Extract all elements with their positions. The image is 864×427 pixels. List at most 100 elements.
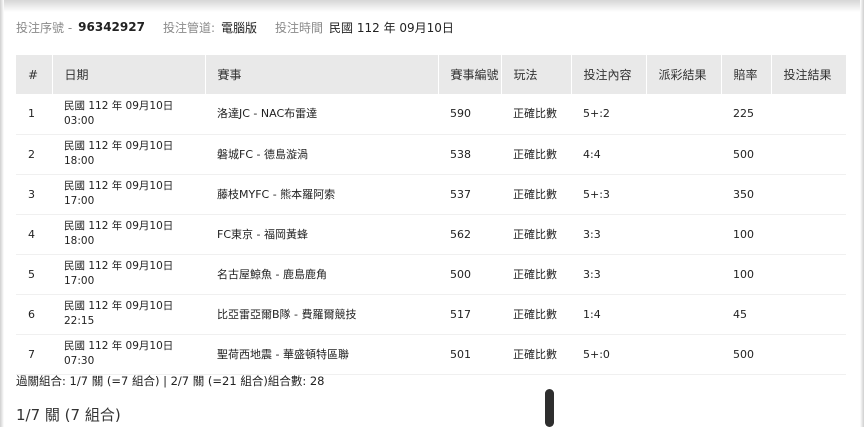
row-time: 17:00 — [64, 275, 95, 287]
row-result — [771, 294, 846, 335]
row-odds: 500 — [721, 334, 771, 375]
time-value: 民國 112 年 09月10日 — [329, 20, 454, 35]
row-datetime: 民國 112 年 09月10日 18:00 — [52, 214, 205, 255]
row-index: 3 — [16, 174, 52, 215]
scrollbar-thumb[interactable] — [545, 389, 554, 427]
row-time: 18:00 — [64, 155, 95, 167]
bet-table: # 日期 賽事 賽事編號 玩法 投注內容 派彩結果 賠率 投注結果 1 民國 1… — [16, 55, 846, 375]
row-match: 磐城FC - 德島漩渦 — [205, 134, 438, 175]
row-match-id: 501 — [438, 334, 501, 375]
row-date: 民國 112 年 09月10日 — [64, 180, 174, 192]
table-header-row: # 日期 賽事 賽事編號 玩法 投注內容 派彩結果 賠率 投注結果 — [16, 55, 846, 94]
col-header-payout: 派彩結果 — [646, 55, 722, 94]
row-time: 03:00 — [64, 114, 95, 127]
table-row: 4 民國 112 年 09月10日 18:00 FC東京 - 福岡黃蜂 562 正… — [16, 214, 846, 255]
channel-value: 電腦版 — [221, 20, 258, 35]
row-pick: 4:4 — [571, 134, 646, 175]
col-header-match-id: 賽事編號 — [438, 55, 502, 94]
row-result — [771, 214, 846, 255]
row-match-id: 537 — [438, 174, 501, 215]
serial-label: 投注序號 - — [16, 20, 73, 35]
col-header-pick: 投注內容 — [571, 55, 647, 94]
row-payout — [646, 254, 721, 295]
row-datetime: 民國 112 年 09月10日 17:00 — [52, 254, 205, 295]
row-play: 正確比數 — [501, 134, 571, 175]
row-time: 17:00 — [64, 195, 95, 207]
page-edge-right — [860, 0, 864, 427]
row-play: 正確比數 — [501, 174, 571, 215]
col-header-result: 投注結果 — [771, 55, 846, 94]
col-header-index: # — [16, 55, 53, 94]
row-date: 民國 112 年 09月10日 — [64, 300, 174, 312]
row-payout — [646, 134, 721, 175]
row-match: 比亞雷亞爾B隊 - 費羅爾競技 — [205, 294, 438, 335]
row-date: 民國 112 年 09月10日 — [64, 99, 174, 112]
row-pick: 3:3 — [571, 254, 646, 295]
col-header-odds: 賠率 — [721, 55, 772, 94]
channel-label: 投注管道: — [162, 20, 215, 35]
row-match-id: 500 — [438, 254, 501, 295]
time-label: 投注時間 — [275, 20, 324, 35]
page-edge-left — [0, 0, 4, 427]
row-result — [771, 94, 846, 135]
row-time: 18:00 — [64, 235, 95, 247]
row-datetime: 民國 112 年 09月10日 22:15 — [52, 294, 205, 335]
section-title: 1/7 關 (7 組合) — [16, 406, 121, 424]
row-payout — [646, 94, 721, 135]
row-date: 民國 112 年 09月10日 — [64, 260, 174, 272]
col-header-match: 賽事 — [205, 55, 439, 94]
row-time: 07:30 — [64, 355, 95, 367]
row-play: 正確比數 — [501, 334, 571, 375]
row-index: 1 — [16, 94, 52, 135]
row-match-id: 562 — [438, 214, 501, 255]
table-row: 7 民國 112 年 09月10日 07:30 聖荷西地震 - 華盛頓特區聯 50… — [16, 334, 846, 375]
row-payout — [646, 174, 721, 215]
row-result — [771, 334, 846, 375]
row-play: 正確比數 — [501, 214, 571, 255]
row-time: 22:15 — [64, 315, 95, 327]
row-datetime: 民國 112 年 09月10日 17:00 — [52, 174, 205, 215]
row-result — [771, 134, 846, 175]
row-play: 正確比數 — [501, 254, 571, 295]
col-header-date: 日期 — [52, 55, 206, 94]
row-odds: 45 — [721, 294, 771, 335]
row-pick: 5+:0 — [571, 334, 646, 375]
row-date: 民國 112 年 09月10日 — [64, 340, 174, 352]
row-match-id: 517 — [438, 294, 501, 335]
row-index: 5 — [16, 254, 52, 295]
table-row: 5 民國 112 年 09月10日 17:00 名古屋鯨魚 - 鹿島鹿角 500 … — [16, 254, 846, 295]
bet-info-row: 投注序號 - 96342927 投注管道: 電腦版 投注時間 民國 112 年 … — [16, 18, 454, 36]
row-odds: 100 — [721, 214, 771, 255]
table-row: 3 民國 112 年 09月10日 17:00 藤枝MYFC - 熊本羅阿索 53… — [16, 174, 846, 215]
row-pick: 3:3 — [571, 214, 646, 255]
row-date: 民國 112 年 09月10日 — [64, 140, 174, 152]
row-result — [771, 174, 846, 215]
row-pick: 5+:3 — [571, 174, 646, 215]
row-date: 民國 112 年 09月10日 — [64, 220, 174, 232]
row-result — [771, 254, 846, 295]
row-match-id: 590 — [438, 94, 501, 135]
top-shadow — [0, 0, 864, 12]
row-odds: 350 — [721, 174, 771, 215]
row-payout — [646, 214, 721, 255]
row-match: 洛達JC - NAC布雷達 — [205, 94, 438, 135]
row-index: 7 — [16, 334, 52, 375]
row-pick: 5+:2 — [571, 94, 646, 135]
row-index: 2 — [16, 134, 52, 175]
serial-value: 96342927 — [78, 20, 145, 34]
row-odds: 500 — [721, 134, 771, 175]
combination-summary: 過關組合: 1/7 關 (=7 組合) | 2/7 關 (=21 組合)組合數:… — [16, 374, 325, 388]
row-odds: 225 — [721, 94, 771, 135]
row-datetime: 民國 112 年 09月10日 07:30 — [52, 334, 205, 375]
row-datetime: 民國 112 年 09月10日 18:00 — [52, 134, 205, 175]
table-row: 1 民國 112 年 09月10日 03:00 洛達JC - NAC布雷達 590… — [16, 94, 846, 135]
row-datetime: 民國 112 年 09月10日 03:00 — [52, 94, 205, 135]
row-pick: 1:4 — [571, 294, 646, 335]
table-row: 2 民國 112 年 09月10日 18:00 磐城FC - 德島漩渦 538 正… — [16, 134, 846, 175]
row-match: 聖荷西地震 - 華盛頓特區聯 — [205, 334, 438, 375]
row-payout — [646, 334, 721, 375]
row-play: 正確比數 — [501, 94, 571, 135]
row-match: 藤枝MYFC - 熊本羅阿索 — [205, 174, 438, 215]
row-match: FC東京 - 福岡黃蜂 — [205, 214, 438, 255]
row-index: 4 — [16, 214, 52, 255]
